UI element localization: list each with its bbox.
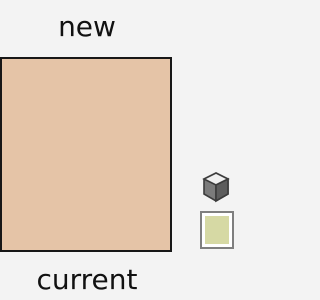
- current-color-label: current: [36, 263, 138, 296]
- cube-icon: [202, 172, 230, 203]
- websafe-color-fill: [205, 216, 229, 244]
- new-color-swatch: [2, 59, 170, 250]
- websafe-warning-button[interactable]: [199, 170, 233, 204]
- new-color-label: new: [58, 10, 116, 43]
- websafe-color-swatch[interactable]: [200, 211, 234, 249]
- color-preview-swatch[interactable]: [0, 57, 172, 252]
